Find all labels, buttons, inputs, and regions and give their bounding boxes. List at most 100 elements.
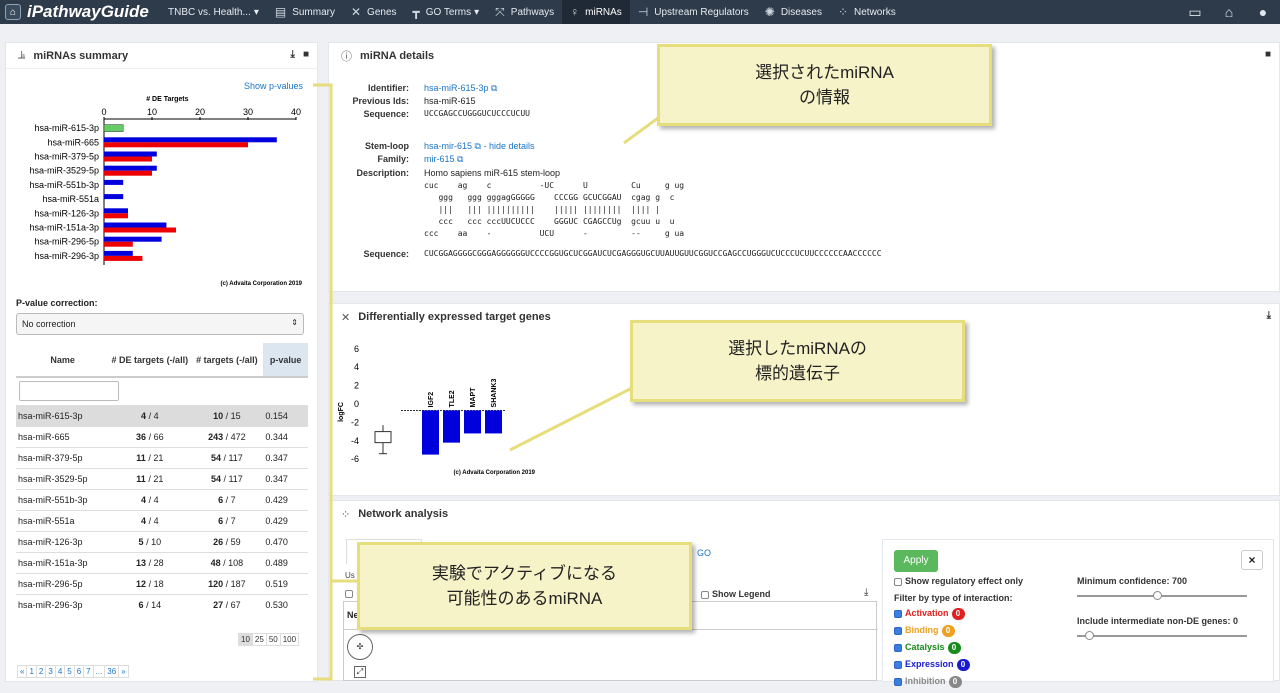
filter-inhibition[interactable]: Inhibition 0 [894,676,970,693]
hide-details-link[interactable]: - hide details [483,141,534,151]
brand-name: iPathwayGuide [27,2,149,21]
nav-label: GO Terms [425,6,472,18]
filter-label: Filter by type of interaction: [894,593,1013,603]
checkbox-icon[interactable] [894,609,902,618]
callout-details: 選択されたmiRNA の情報 [657,44,992,126]
close-button[interactable]: × [1241,550,1263,570]
page-size-25[interactable]: 25 [251,633,267,646]
table-row[interactable]: hsa-miR-665 36 / 66 243 / 472 0.344 [16,425,308,447]
home-icon[interactable]: ⌂ [1212,0,1246,24]
pvalue-cell: 0.489 [263,551,308,573]
stemloop-link[interactable]: hsa-mir-615 [424,141,472,151]
boxplot-box [374,431,392,444]
pvalue-cell: 0.470 [263,530,308,552]
show-regulatory-only[interactable]: Show regulatory effect only [894,576,1023,586]
video-icon[interactable]: ■ [1265,49,1271,60]
apply-button[interactable]: Apply [894,550,938,572]
gene-label: TLE2 [449,390,456,407]
category-label: hsa-miR-379-5p [34,152,99,162]
slider-handle[interactable] [1153,591,1162,600]
table-row[interactable]: hsa-miR-126-3p 5 / 10 26 / 59 0.470 [16,530,308,552]
checkbox-icon[interactable] [894,677,902,686]
dna-icon: ✕ [341,311,351,324]
go-tab[interactable]: GO [697,548,711,558]
nav-upstream-regulators[interactable]: ⊣ Upstream Regulators [630,0,757,24]
filter-binding[interactable]: Binding 0 [894,625,970,642]
filter-expression[interactable]: Expression 0 [894,659,970,676]
pvalue-cell: 0.530 [263,593,308,615]
table-row[interactable]: hsa-miR-296-3p 6 / 14 27 / 67 0.530 [16,593,308,615]
nav-genes[interactable]: ✕ Genes [343,0,405,24]
table-row[interactable]: hsa-miR-151a-3p 13 / 28 48 / 108 0.489 [16,551,308,573]
panel-title: Network analysis [358,508,449,520]
bar [104,170,152,176]
pvalue-cell: 0.429 [263,488,308,510]
col-name[interactable]: Name [16,343,110,378]
nav-networks[interactable]: ⁘ Networks [830,0,904,24]
page-size-50[interactable]: 50 [265,633,281,646]
slider-handle[interactable] [1085,631,1094,640]
show-legend-toggle[interactable]: Show Legend [701,589,771,599]
count-badge: 0 [941,625,955,637]
video-icon[interactable]: ■ [303,49,309,60]
family-link[interactable]: mir-615 [424,154,455,164]
col-pvalue[interactable]: p-value [263,343,308,378]
previous-ids-label: Previous Ids: [352,96,409,106]
checkbox-icon[interactable] [894,660,902,669]
mirna-name: hsa-miR-665 [16,425,110,447]
col-targets[interactable]: # targets (-/all) [190,343,264,378]
user-icon[interactable]: ● [1246,0,1280,24]
nav-pathways[interactable]: ⤧ Pathways [487,0,562,24]
page-size-10[interactable]: 10 [238,633,253,646]
analysis-dropdown[interactable]: TNBC vs. Health... ▾ [160,0,267,24]
download-icon[interactable]: ⤓ [291,49,295,60]
filter-catalysis[interactable]: Catalysis 0 [894,642,970,659]
network-checkbox[interactable] [345,589,356,600]
bar [104,227,176,233]
external-link-icon[interactable]: ⧉ [457,154,463,164]
show-pvalues-link[interactable]: Show p-values [244,81,303,91]
count-badge: 0 [948,676,962,688]
table-row[interactable]: hsa-miR-551b-3p 4 / 4 6 / 7 0.429 [16,488,308,510]
de-targets-cell: 36 / 66 [109,425,191,447]
category-label: hsa-miR-615-3p [34,123,99,133]
correction-select[interactable]: No correction ⇕ [16,313,304,335]
name-filter-input[interactable] [19,381,119,402]
nav-go-terms[interactable]: ┳ GO Terms ▾ [405,0,488,24]
table-row[interactable]: hsa-miR-551a 4 / 4 6 / 7 0.429 [16,509,308,531]
fullscreen-icon[interactable]: ⤢ [354,666,366,678]
table-row[interactable]: hsa-miR-3529-5p 11 / 21 54 / 117 0.347 [16,467,308,489]
virus-icon: ✺ [764,5,775,19]
min-confidence-slider[interactable] [1077,591,1247,600]
identifier-link[interactable]: hsa-miR-615-3p [424,83,489,93]
filter-activation[interactable]: Activation 0 [894,608,970,625]
external-link-icon[interactable]: ⧉ [475,141,481,151]
table-row[interactable]: hsa-miR-296-5p 12 / 18 120 / 187 0.519 [16,572,308,594]
page-size-selector: 10 25 50 100 [238,633,300,646]
checkbox-icon[interactable] [894,626,902,635]
table-row[interactable]: hsa-miR-379-5p 11 / 21 54 / 117 0.347 [16,446,308,468]
table-row[interactable]: hsa-miR-615-3p 4 / 4 10 / 15 0.154 [16,404,308,426]
sequence-value: UCCGAGCCUGGGUCUCCCUCUU [424,109,530,118]
brand[interactable]: ⌂ iPathwayGuide [0,2,160,22]
page-link[interactable]: » [118,665,129,678]
non-de-genes-slider[interactable] [1077,631,1247,640]
mirna-name: hsa-miR-379-5p [16,446,110,468]
nav-mirnas[interactable]: ♀ miRNAs [562,0,630,24]
targets-cell: 243 / 472 [190,425,264,447]
de-targets-cell: 12 / 18 [109,572,191,594]
checkbox-icon[interactable] [894,643,902,652]
col-de-targets[interactable]: # DE targets (-/all) [109,343,191,378]
bar [104,236,162,242]
nav-summary[interactable]: ▤ Summary [267,0,343,24]
download-icon[interactable]: ⤓ [864,587,868,598]
nav-diseases[interactable]: ✺ Diseases [757,0,830,24]
category-label: hsa-miR-151a-3p [29,223,99,233]
download-icon[interactable]: ⤓ [1267,310,1271,321]
external-link-icon[interactable]: ⧉ [491,83,497,93]
comment-icon[interactable]: ▭ [1178,0,1212,24]
correction-value: No correction [22,319,76,329]
page-link[interactable]: 36 [104,665,120,678]
pan-control-icon[interactable]: ✣ [347,634,373,660]
page-size-100[interactable]: 100 [279,633,300,646]
